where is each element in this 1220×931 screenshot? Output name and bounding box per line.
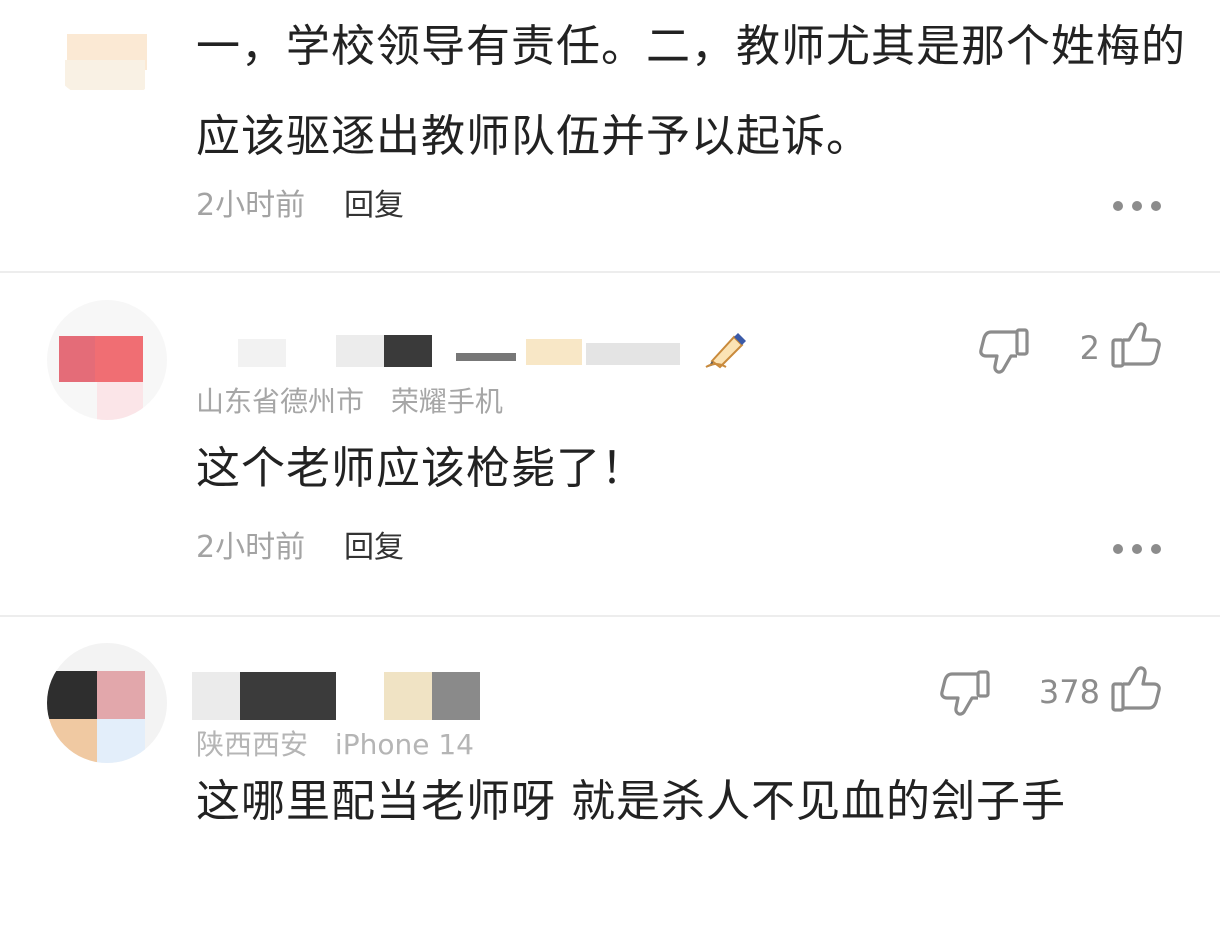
avatar-blur (65, 60, 145, 90)
name-blur (384, 672, 432, 720)
more-dots-icon[interactable] (1113, 542, 1161, 556)
username-blurred[interactable] (230, 335, 700, 371)
avatar[interactable] (47, 300, 167, 420)
timestamp: 2小时前 (196, 530, 306, 565)
username-blurred[interactable] (192, 672, 482, 720)
avatar-blur (97, 382, 143, 420)
comment-2: 2 山东省德州市 荣耀手机 这个老师应该枪毙了！ 2小时前 回复 (0, 273, 1220, 616)
reply-button[interactable]: 回复 (344, 528, 404, 568)
avatar[interactable] (47, 643, 167, 763)
avatar-blur (97, 671, 145, 719)
timestamp: 2小时前 (196, 188, 306, 223)
like-count: 378 (1038, 673, 1100, 711)
thumbs-up-icon[interactable] (1109, 320, 1161, 370)
pen-icon (704, 327, 750, 369)
thumbs-down-icon[interactable] (940, 668, 992, 718)
like-count: 2 (1079, 329, 1100, 367)
name-blur (240, 672, 336, 720)
avatar-blur (47, 719, 97, 763)
location: 山东省德州市 (196, 385, 365, 418)
device: 荣耀手机 (390, 385, 503, 418)
reply-button[interactable]: 回复 (344, 186, 404, 226)
thumbs-down-icon[interactable] (979, 326, 1031, 376)
name-blur (432, 672, 480, 720)
name-blur (192, 672, 240, 720)
comment-3: 378 陕西西安 iPhone 14 这哪里配当老师呀 就是杀人不见血的刽子手 (0, 617, 1220, 931)
name-blur (526, 339, 582, 365)
comment-1: 一，学校领导有责任。二，教师尤其是那个姓梅的应该驱逐出教师队伍并予以起诉。 2小… (0, 0, 1220, 272)
avatar-blur (95, 336, 143, 382)
name-blur (456, 353, 516, 361)
location-text: 山东省德州市 荣耀手机 (196, 382, 503, 422)
comment-text: 这个老师应该枪毙了！ (196, 443, 646, 494)
comment-text: 一，学校领导有责任。二，教师尤其是那个姓梅的应该驱逐出教师队伍并予以起诉。 (196, 21, 1186, 162)
name-blur (586, 343, 680, 365)
avatar-blur (97, 719, 145, 763)
more-dots-icon[interactable] (1113, 199, 1161, 213)
thumbs-up-icon[interactable] (1109, 664, 1161, 714)
name-blur (336, 335, 384, 367)
avatar[interactable] (47, 0, 167, 100)
name-blur (384, 335, 432, 367)
comment-text: 这哪里配当老师呀 就是杀人不见血的刽子手 (196, 776, 1066, 827)
name-blur (238, 339, 286, 367)
avatar-blur (47, 671, 97, 719)
